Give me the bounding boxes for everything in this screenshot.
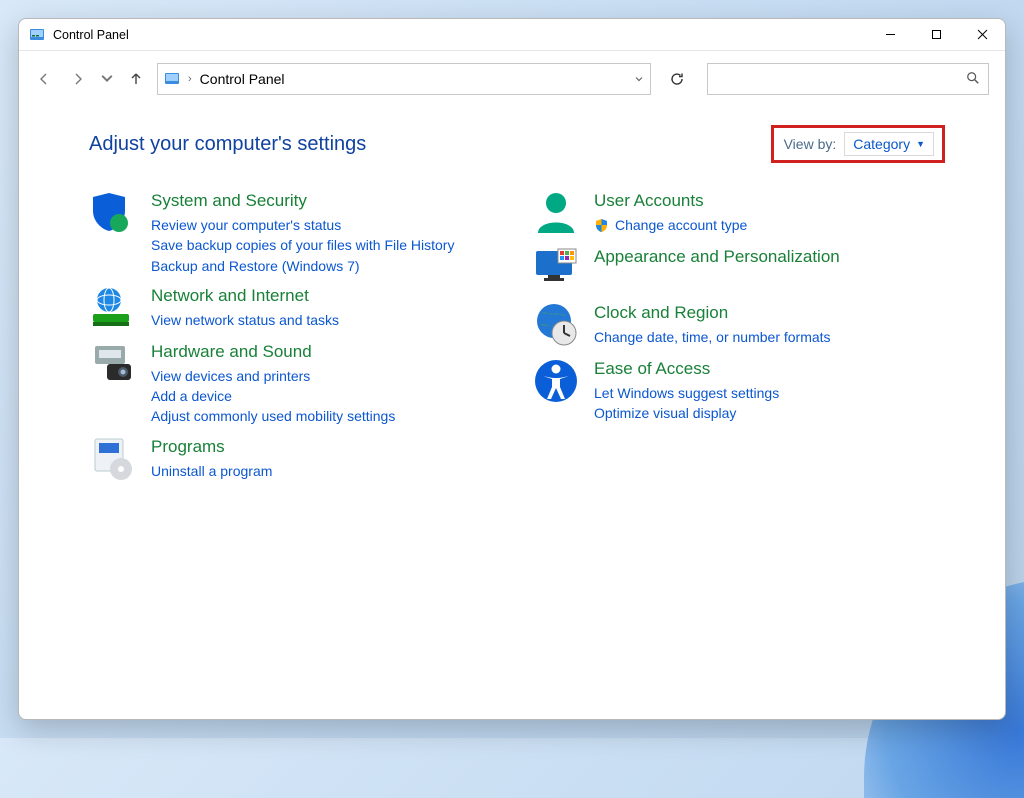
category-hardware-sound: Hardware and Sound View devices and prin… (89, 336, 502, 431)
category-link[interactable]: Backup and Restore (Windows 7) (151, 256, 454, 276)
recent-locations-button[interactable] (99, 66, 115, 92)
globe-clock-icon (532, 301, 580, 349)
refresh-button[interactable] (663, 65, 691, 93)
maximize-button[interactable] (913, 19, 959, 50)
view-by-label: View by: (784, 136, 837, 152)
up-button[interactable] (123, 66, 149, 92)
control-panel-icon (29, 27, 45, 43)
category-link[interactable]: Optimize visual display (594, 403, 779, 423)
forward-button[interactable] (65, 66, 91, 92)
right-column: User Accounts Change account type (532, 185, 945, 487)
category-link[interactable]: View devices and printers (151, 366, 395, 386)
category-title[interactable]: System and Security (151, 191, 454, 211)
page-title: Adjust your computer's settings (89, 133, 366, 156)
chevron-right-icon: › (188, 73, 192, 85)
control-panel-small-icon (164, 71, 180, 87)
category-link-label: Change account type (615, 215, 747, 235)
left-column: System and Security Review your computer… (89, 185, 502, 487)
category-title[interactable]: Hardware and Sound (151, 342, 395, 362)
view-by-select[interactable]: Category ▼ (844, 132, 934, 156)
category-link[interactable]: View network status and tasks (151, 310, 339, 330)
category-link[interactable]: Save backup copies of your files with Fi… (151, 235, 454, 255)
category-clock-region: Clock and Region Change date, time, or n… (532, 297, 945, 353)
printer-camera-icon (89, 340, 137, 388)
category-title[interactable]: Appearance and Personalization (594, 247, 840, 267)
category-title[interactable]: Programs (151, 437, 272, 457)
minimize-button[interactable] (867, 19, 913, 50)
accessibility-icon (532, 357, 580, 405)
category-title[interactable]: Network and Internet (151, 286, 339, 306)
search-input[interactable] (707, 63, 989, 95)
search-icon (966, 71, 980, 88)
chevron-down-icon[interactable] (634, 72, 644, 87)
address-bar[interactable]: › Control Panel (157, 63, 651, 95)
window-title: Control Panel (53, 28, 867, 42)
control-panel-window: Control Panel (18, 18, 1006, 720)
category-link[interactable]: Add a device (151, 386, 395, 406)
category-grid: System and Security Review your computer… (89, 185, 945, 487)
category-system-security: System and Security Review your computer… (89, 185, 502, 280)
category-link[interactable]: Adjust commonly used mobility settings (151, 406, 395, 426)
category-programs: Programs Uninstall a program (89, 431, 502, 487)
category-appearance-personalization: Appearance and Personalization (532, 241, 945, 297)
view-by-highlight: View by: Category ▼ (771, 125, 945, 163)
content-area: Adjust your computer's settings View by:… (19, 107, 1005, 719)
uac-shield-icon (594, 218, 609, 233)
category-link[interactable]: Change date, time, or number formats (594, 327, 831, 347)
programs-disc-icon (89, 435, 137, 483)
navigation-row: › Control Panel (19, 51, 1005, 107)
category-title[interactable]: User Accounts (594, 191, 747, 211)
category-link[interactable]: Review your computer's status (151, 215, 454, 235)
titlebar: Control Panel (19, 19, 1005, 51)
category-link-shielded[interactable]: Change account type (594, 215, 747, 235)
user-icon (532, 189, 580, 237)
monitor-colors-icon (532, 245, 580, 293)
globe-network-icon (89, 284, 137, 332)
breadcrumb[interactable]: Control Panel (200, 71, 285, 87)
category-link[interactable]: Uninstall a program (151, 461, 272, 481)
category-network-internet: Network and Internet View network status… (89, 280, 502, 336)
view-by-value: Category (853, 136, 910, 152)
close-button[interactable] (959, 19, 1005, 50)
category-title[interactable]: Clock and Region (594, 303, 831, 323)
category-user-accounts: User Accounts Change account type (532, 185, 945, 241)
shield-icon (89, 189, 137, 237)
category-link[interactable]: Let Windows suggest settings (594, 383, 779, 403)
back-button[interactable] (31, 66, 57, 92)
caret-down-icon: ▼ (916, 139, 925, 149)
category-ease-of-access: Ease of Access Let Windows suggest setti… (532, 353, 945, 428)
category-title[interactable]: Ease of Access (594, 359, 779, 379)
